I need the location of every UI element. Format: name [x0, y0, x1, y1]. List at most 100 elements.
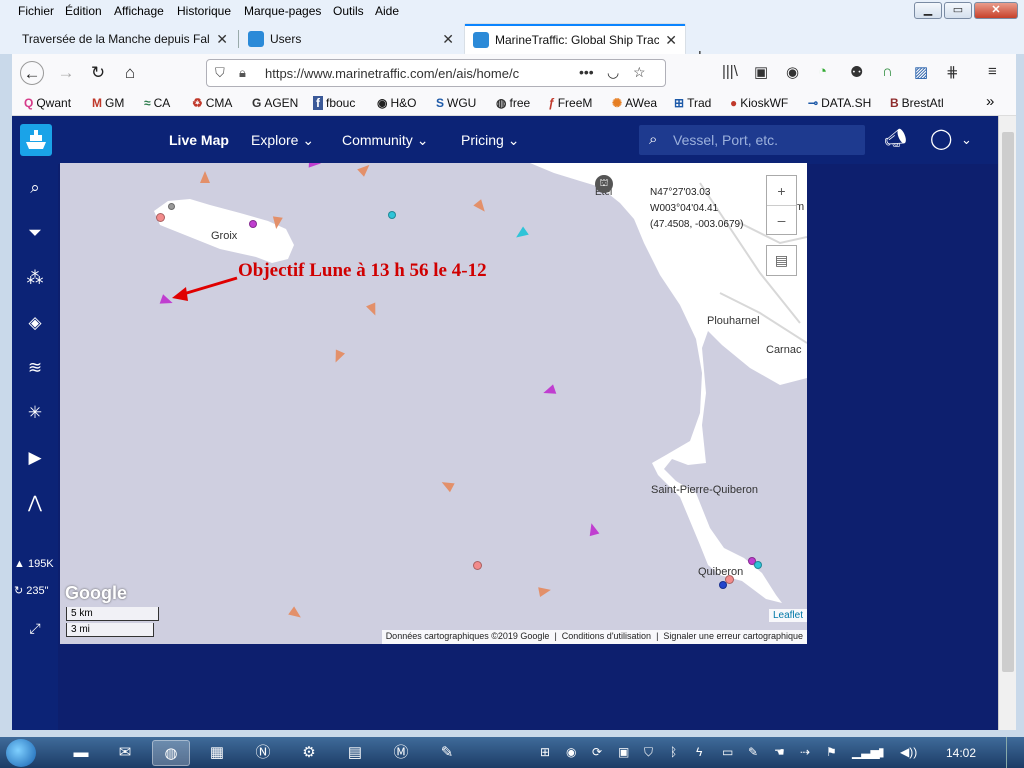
bookmark-awea[interactable]: ✺ AWea: [612, 96, 657, 110]
tray-network-icon[interactable]: ⊞: [540, 745, 550, 759]
tray-bolt-icon[interactable]: ϟ: [696, 745, 702, 759]
explorer-icon[interactable]: ▬: [62, 740, 100, 766]
vessel-marker[interactable]: [754, 561, 762, 569]
bookmark-fbouc[interactable]: f fbouc: [313, 96, 355, 110]
tray-battery-icon[interactable]: ▮: [878, 745, 885, 759]
bookmark-qwant[interactable]: Q Qwant: [24, 96, 71, 110]
reload-button[interactable]: ↻: [86, 61, 110, 85]
bookmark-gm[interactable]: M GM: [92, 96, 124, 110]
start-button[interactable]: [6, 739, 36, 767]
tray-sync-icon[interactable]: ⟳: [592, 745, 602, 759]
search-icon[interactable]: ⌕: [12, 166, 58, 210]
home-button[interactable]: ⌂: [118, 61, 142, 85]
layers-icon[interactable]: ◈: [12, 301, 58, 345]
refresh-timer[interactable]: ↻ 235": [14, 584, 49, 597]
nav-community[interactable]: Community ⌄: [342, 132, 428, 149]
account-icon[interactable]: ◉: [786, 63, 799, 81]
back-button[interactable]: ←: [20, 61, 44, 85]
fullscreen-icon[interactable]: ⤢: [12, 606, 58, 650]
calculator-icon[interactable]: ▤: [336, 740, 374, 766]
report-error-link[interactable]: Signaler une erreur cartographique: [663, 631, 803, 641]
show-desktop-button[interactable]: [1006, 737, 1024, 768]
vessel-marker[interactable]: [719, 581, 727, 589]
bookmark-ho[interactable]: ◉ H&O: [377, 96, 417, 110]
bookmark-ca[interactable]: ≈ CA: [144, 96, 170, 110]
tray-volume-icon[interactable]: ◀)): [900, 745, 917, 759]
zoom-out-button[interactable]: –: [767, 206, 796, 234]
tray-app-icon[interactable]: ▣: [618, 745, 629, 759]
forward-button[interactable]: →: [54, 61, 78, 85]
map-type-button[interactable]: ▤: [766, 245, 797, 276]
close-tab-icon[interactable]: ✕: [442, 31, 454, 48]
url-bar[interactable]: ⛉ 🔒︎ https://www.marinetraffic.com/en/ai…: [206, 59, 666, 87]
bookmark-star-icon[interactable]: ☆: [633, 64, 646, 81]
menu-aide[interactable]: Aide: [375, 4, 399, 18]
reader-icon[interactable]: ▣: [754, 63, 768, 81]
tray-flag-icon[interactable]: ⚑: [826, 745, 837, 759]
nav-live-map[interactable]: Live Map: [169, 132, 229, 148]
tab-marinetraffic[interactable]: MarineTraffic: Global Ship Trac ✕: [465, 24, 685, 54]
menu-historique[interactable]: Historique: [177, 4, 231, 18]
scrollbar-thumb[interactable]: [1002, 132, 1014, 672]
terms-link[interactable]: Conditions d'utilisation: [562, 631, 651, 641]
minimize-button[interactable]: ▁: [914, 2, 942, 19]
live-map[interactable]: Groix Etel Ploem Plouharnel Carnac Saint…: [60, 163, 807, 644]
bookmark-wgu[interactable]: S WGU: [436, 96, 476, 110]
menu-fichier[interactable]: Fichier: [18, 4, 54, 18]
bookmark-kioskwf[interactable]: ● KioskWF: [730, 96, 788, 110]
app-m-icon[interactable]: Ⓜ: [382, 740, 420, 766]
measure-icon[interactable]: ⋀: [12, 481, 58, 525]
chevron-down-icon[interactable]: ⌄: [961, 132, 972, 148]
hamburger-menu-icon[interactable]: ≡: [988, 63, 997, 80]
wind-icon[interactable]: ≋: [12, 346, 58, 390]
menu-affichage[interactable]: Affichage: [114, 4, 164, 18]
tray-bluetooth-icon[interactable]: ᛒ: [670, 745, 677, 759]
bookmark-cma[interactable]: ♻ CMA: [192, 96, 232, 110]
nav-pricing[interactable]: Pricing ⌄: [461, 132, 519, 149]
headphones-icon[interactable]: ∩: [882, 63, 893, 80]
vessel-marker[interactable]: [156, 213, 165, 222]
port-icon[interactable]: ⛫: [595, 175, 613, 193]
close-tab-icon[interactable]: ✕: [665, 32, 677, 49]
page-actions-icon[interactable]: •••: [579, 64, 594, 80]
tray-pen-icon[interactable]: ✎: [748, 745, 758, 759]
vessel-marker[interactable]: [308, 163, 322, 169]
pocket-icon[interactable]: ◡: [607, 64, 619, 81]
vessel-marker[interactable]: [271, 216, 283, 230]
menu-edition[interactable]: Édition: [65, 4, 102, 18]
app-n-icon[interactable]: Ⓝ: [244, 740, 282, 766]
media-icon[interactable]: ⚙: [290, 740, 328, 766]
library-icon[interactable]: |||\: [722, 63, 738, 80]
bookmark-brestatl[interactable]: B BrestAtl: [890, 96, 944, 110]
bookmark-free[interactable]: ◍ free: [496, 96, 530, 110]
vessel-marker[interactable]: [249, 220, 257, 228]
close-window-button[interactable]: ✕: [974, 2, 1018, 19]
vessel-marker[interactable]: [200, 171, 210, 183]
routes-icon[interactable]: ✳: [12, 391, 58, 435]
tray-security-icon[interactable]: ◉: [566, 745, 576, 759]
tray-signal-icon[interactable]: ▁▃▅: [852, 745, 880, 759]
page-scrollbar[interactable]: [998, 116, 1016, 730]
more-bookmarks-icon[interactable]: »: [986, 93, 994, 110]
extension-icon[interactable]: ⚉: [850, 63, 863, 81]
play-icon[interactable]: ▶: [12, 436, 58, 480]
filter-icon[interactable]: ⏷: [12, 211, 58, 255]
vessel-marker[interactable]: [473, 561, 482, 570]
close-tab-icon[interactable]: ✕: [216, 31, 228, 48]
url-text[interactable]: https://www.marinetraffic.com/en/ais/hom…: [265, 66, 535, 81]
menu-marque-pages[interactable]: Marque-pages: [244, 4, 321, 18]
screenshot-icon[interactable]: ▨: [914, 63, 928, 81]
tab-users[interactable]: Users ✕: [240, 24, 462, 54]
tab-traversee[interactable]: Traversée de la Manche depuis Falm ✕: [14, 24, 236, 54]
vessel-marker[interactable]: [388, 211, 396, 219]
bookmark-datash[interactable]: ⊸ DATA.SH: [808, 96, 871, 110]
grid-icon[interactable]: ⋕: [946, 63, 959, 81]
bookmark-agen[interactable]: G AGEN: [252, 96, 298, 110]
tray-shield-icon[interactable]: ⛉: [644, 745, 653, 760]
marinetraffic-logo-icon[interactable]: [20, 124, 52, 156]
tray-hand-icon[interactable]: ☚: [774, 745, 785, 759]
zoom-in-button[interactable]: +: [767, 176, 796, 206]
lock-icon[interactable]: 🔒︎: [239, 65, 246, 81]
tray-arrow-icon[interactable]: ⇢: [800, 745, 810, 759]
fleet-icon[interactable]: ⁂: [12, 256, 58, 300]
